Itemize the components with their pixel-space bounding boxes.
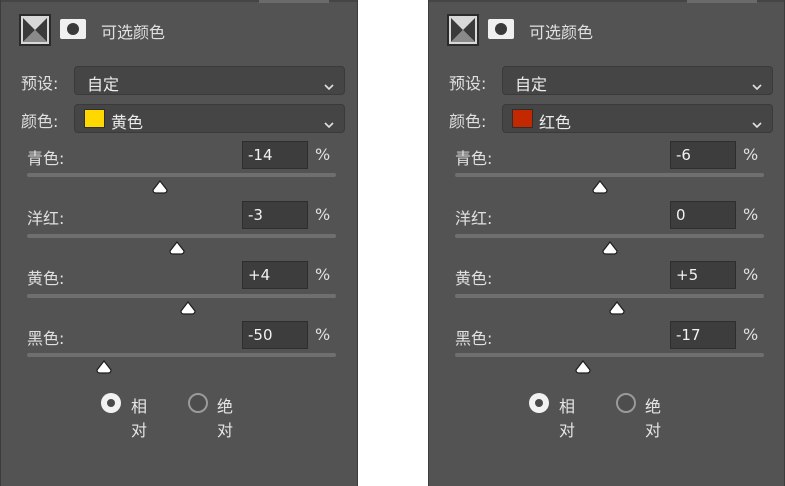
yellow-slider-thumb[interactable] [180,300,196,315]
chevron-down-icon [324,114,334,133]
yellow-slider-thumb[interactable] [609,300,625,315]
black-value-input[interactable]: -50 [242,321,308,349]
cyan-slider-thumb[interactable] [152,179,168,194]
absolute-label[interactable]: 绝对 [645,393,661,441]
preset-dropdown[interactable]: 自定 [502,66,773,95]
cyan-slider-thumb[interactable] [592,179,608,194]
colors-dropdown[interactable]: 红色 [502,104,773,133]
magenta-label: 洋红: [27,209,65,228]
relative-radio[interactable] [529,393,549,413]
yellow-slider-track[interactable] [455,294,764,298]
selective-color-layer-icon[interactable] [19,14,51,46]
chevron-down-icon [324,76,334,95]
panel-tab-edge [687,0,757,3]
colors-value: 红色 [539,113,572,132]
magenta-percent-sign: % [315,205,331,224]
yellow-label: 黄色: [27,269,65,288]
magenta-label: 洋红: [455,209,493,228]
preset-value: 自定 [515,75,548,94]
cyan-value-input[interactable]: -14 [242,141,308,169]
properties-panel-left: 可选颜色 预设: 自定 颜色: 黄色 青色: -14 % 洋红: -3 % 黄色… [0,0,358,486]
layer-mask-icon[interactable] [488,19,514,39]
preset-label: 预设: [449,74,487,93]
colors-label: 颜色: [21,112,59,131]
cyan-percent-sign: % [315,145,331,164]
absolute-radio[interactable] [188,393,208,413]
magenta-slider-track[interactable] [455,234,764,238]
selective-color-layer-icon[interactable] [447,14,479,46]
panel-tab-edge [259,0,329,3]
relative-label[interactable]: 相对 [559,393,575,441]
relative-radio[interactable] [101,393,121,413]
black-label: 黑色: [455,329,493,348]
cyan-slider-track[interactable] [27,173,336,177]
chevron-down-icon [752,114,762,133]
black-slider-track[interactable] [27,353,336,357]
magenta-slider-thumb[interactable] [601,240,618,255]
layer-mask-icon[interactable] [60,19,86,39]
absolute-radio[interactable] [616,393,636,413]
black-slider-thumb[interactable] [96,359,112,374]
yellow-label: 黄色: [455,269,493,288]
black-slider-track[interactable] [455,353,764,357]
black-slider-thumb[interactable] [575,359,591,374]
black-label: 黑色: [27,329,65,348]
black-percent-sign: % [743,325,759,344]
magenta-slider-thumb[interactable] [169,240,185,255]
preset-dropdown[interactable]: 自定 [74,66,345,95]
cyan-label: 青色: [455,149,493,168]
magenta-value-input[interactable]: -3 [242,201,308,229]
black-value-input[interactable]: -17 [670,321,736,349]
yellow-slider-track[interactable] [27,294,336,298]
absolute-label[interactable]: 绝对 [217,393,233,441]
preset-value: 自定 [87,75,120,94]
magenta-slider-track[interactable] [27,234,336,238]
properties-panel-right: 可选颜色 预设: 自定 颜色: 红色 青色: -6 % 洋红: 0 % 黄色: … [428,0,785,486]
black-percent-sign: % [315,325,331,344]
cyan-slider-track[interactable] [455,173,764,177]
chevron-down-icon [752,76,762,95]
magenta-value-input[interactable]: 0 [670,201,736,229]
panel-title: 可选颜色 [529,23,594,42]
panel-title: 可选颜色 [101,23,166,42]
preset-label: 预设: [21,74,59,93]
colors-value: 黄色 [111,113,144,132]
color-swatch [84,109,105,128]
cyan-percent-sign: % [743,145,759,164]
colors-label: 颜色: [449,112,487,131]
color-swatch [512,109,533,128]
colors-dropdown[interactable]: 黄色 [74,104,345,133]
cyan-value-input[interactable]: -6 [670,141,736,169]
relative-label[interactable]: 相对 [131,393,147,441]
yellow-value-input[interactable]: +4 [242,261,308,289]
cyan-label: 青色: [27,149,65,168]
magenta-percent-sign: % [743,205,759,224]
yellow-percent-sign: % [315,265,331,284]
yellow-percent-sign: % [743,265,759,284]
yellow-value-input[interactable]: +5 [670,261,736,289]
